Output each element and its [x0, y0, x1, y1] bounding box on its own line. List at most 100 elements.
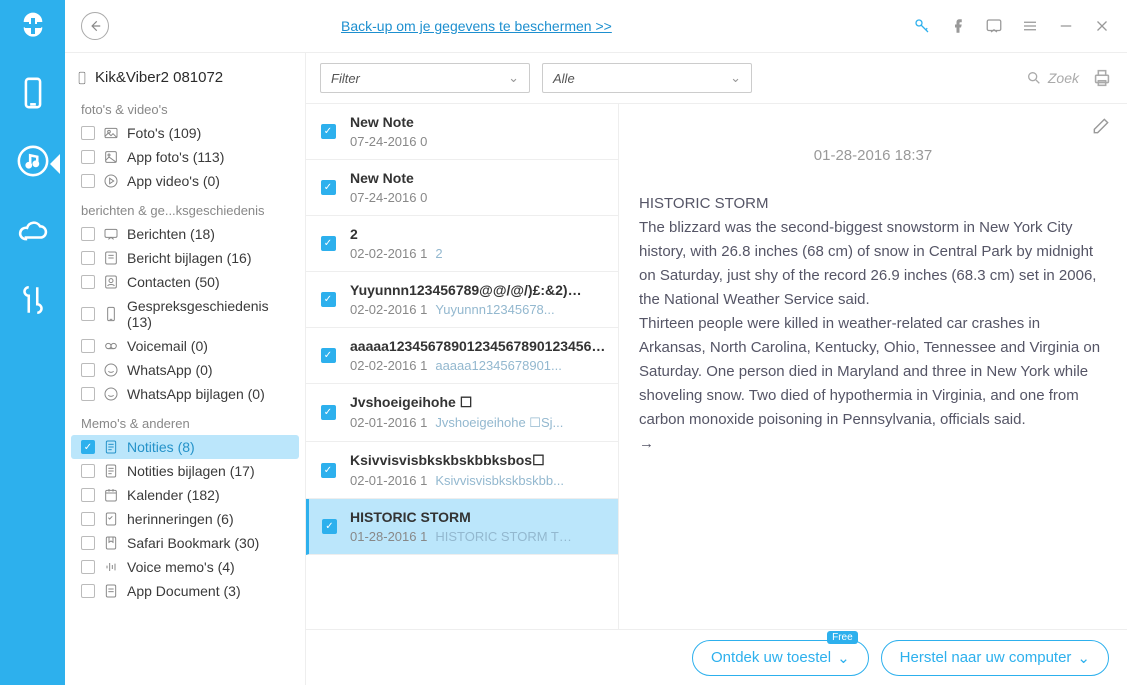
- tree-item[interactable]: Contacten (50): [71, 270, 299, 294]
- note-item[interactable]: ✓ 2 02-02-2016 12: [306, 216, 618, 272]
- close-icon[interactable]: [1093, 17, 1111, 35]
- appvideo-icon: [103, 173, 119, 189]
- tree-item[interactable]: Voicemail (0): [71, 334, 299, 358]
- checkbox-icon[interactable]: ✓: [321, 236, 336, 251]
- search-input[interactable]: Zoek: [1026, 70, 1079, 86]
- checkbox-icon[interactable]: [81, 174, 95, 188]
- note-item-title: 2: [350, 226, 608, 242]
- tree-item[interactable]: Gespreksgeschiedenis (13): [71, 294, 299, 334]
- note-item-date: 07-24-2016 0: [350, 134, 608, 149]
- checkbox-icon[interactable]: [81, 536, 95, 550]
- checkbox-icon[interactable]: ✓: [81, 440, 95, 454]
- checkbox-icon[interactable]: [81, 560, 95, 574]
- tree-item[interactable]: ✓ Notities (8): [71, 435, 299, 459]
- minimize-icon[interactable]: [1057, 17, 1075, 35]
- tree-item[interactable]: Safari Bookmark (30): [71, 531, 299, 555]
- checkbox-icon[interactable]: ✓: [321, 405, 336, 420]
- msg-icon: [103, 226, 119, 242]
- tree-item[interactable]: Voice memo's (4): [71, 555, 299, 579]
- tree-item[interactable]: WhatsApp (0): [71, 358, 299, 382]
- checkbox-icon[interactable]: ✓: [322, 519, 337, 534]
- checkbox-icon[interactable]: [81, 387, 95, 401]
- cloud-icon[interactable]: [16, 215, 50, 249]
- note-item[interactable]: ✓ Jvshoeigeihohe ☐ 02-01-2016 1Jvshoeige…: [306, 384, 618, 442]
- note-item[interactable]: ✓ Ksivvisvisbkskbskbbksbos☐ 02-01-2016 1…: [306, 442, 618, 499]
- filter-dropdown[interactable]: Filter⌄: [320, 63, 530, 93]
- recover-button[interactable]: Herstel naar uw computer⌄: [881, 640, 1109, 676]
- photo-icon: [103, 125, 119, 141]
- note-item[interactable]: ✓ Yuyunnn123456789@@/@/)£:&2)… 02-02-201…: [306, 272, 618, 328]
- checkbox-icon[interactable]: [81, 584, 95, 598]
- tree-item[interactable]: herinneringen (6): [71, 507, 299, 531]
- tree-item[interactable]: App Document (3): [71, 579, 299, 603]
- tree-item-label: WhatsApp bijlagen (0): [127, 386, 265, 402]
- checkbox-icon[interactable]: ✓: [321, 292, 336, 307]
- appphoto-icon: [103, 149, 119, 165]
- tree-item[interactable]: Foto's (109): [71, 121, 299, 145]
- note-item[interactable]: ✓ aaaaa12345678901234567890123456789012……: [306, 328, 618, 384]
- note-item-title: Jvshoeigeihohe ☐: [350, 394, 608, 411]
- note-item-preview: aaaaa12345678901...: [435, 358, 562, 373]
- note-item[interactable]: ✓ New Note 07-24-2016 0: [306, 160, 618, 216]
- facebook-icon[interactable]: [949, 17, 967, 35]
- key-icon[interactable]: [913, 17, 931, 35]
- tree-item[interactable]: App video's (0): [71, 169, 299, 193]
- note-item-date: 07-24-2016 0: [350, 190, 608, 205]
- rem-icon: [103, 511, 119, 527]
- note-body: The blizzard was the second-biggest snow…: [639, 216, 1107, 456]
- attach-icon: [103, 250, 119, 266]
- tree-item-label: Notities bijlagen (17): [127, 463, 255, 479]
- tree-item-label: Kalender (182): [127, 487, 220, 503]
- tools-icon[interactable]: [16, 283, 50, 317]
- back-button[interactable]: [81, 12, 109, 40]
- note-item-preview: 2: [435, 246, 442, 261]
- checkbox-icon[interactable]: [81, 275, 95, 289]
- note-item-title: Ksivvisvisbkskbskbbksbos☐: [350, 452, 608, 469]
- feedback-icon[interactable]: [985, 17, 1003, 35]
- edit-icon[interactable]: [1091, 116, 1111, 136]
- note-item-date: 02-01-2016 1Ksivvisvisbkskbskbb...: [350, 473, 608, 488]
- checkbox-icon[interactable]: [81, 227, 95, 241]
- note-item[interactable]: ✓ HISTORIC STORM 01-28-2016 1HISTORIC ST…: [306, 499, 618, 555]
- note-item-date: 02-01-2016 1Jvshoeigeihohe ☐Sj...: [350, 415, 608, 431]
- checkbox-icon[interactable]: [81, 363, 95, 377]
- music-icon[interactable]: [16, 144, 50, 178]
- top-bar: Back-up om je gegevens te beschermen >>: [65, 0, 1127, 52]
- wa-icon: [103, 386, 119, 402]
- tree-item-label: Gespreksgeschiedenis (13): [127, 298, 289, 330]
- tree-item[interactable]: WhatsApp bijlagen (0): [71, 382, 299, 406]
- tree-item[interactable]: Bericht bijlagen (16): [71, 246, 299, 270]
- tree-item[interactable]: App foto's (113): [71, 145, 299, 169]
- checkbox-icon[interactable]: [81, 512, 95, 526]
- tree-item[interactable]: Kalender (182): [71, 483, 299, 507]
- tree-item-label: App video's (0): [127, 173, 220, 189]
- checkbox-icon[interactable]: ✓: [321, 180, 336, 195]
- note-item-title: Yuyunnn123456789@@/@/)£:&2)…: [350, 282, 608, 298]
- checkbox-icon[interactable]: [81, 488, 95, 502]
- all-dropdown[interactable]: Alle⌄: [542, 63, 752, 93]
- checkbox-icon[interactable]: [81, 126, 95, 140]
- tree-item-label: Safari Bookmark (30): [127, 535, 259, 551]
- checkbox-icon[interactable]: [81, 464, 95, 478]
- checkbox-icon[interactable]: ✓: [321, 124, 336, 139]
- checkbox-icon[interactable]: [81, 307, 95, 321]
- tree-item-label: Bericht bijlagen (16): [127, 250, 252, 266]
- tree-item[interactable]: Notities bijlagen (17): [71, 459, 299, 483]
- backup-link[interactable]: Back-up om je gegevens te beschermen >>: [341, 17, 612, 35]
- discover-device-button[interactable]: Ontdek uw toestel⌄ Free: [692, 640, 869, 676]
- vm-icon: [103, 338, 119, 354]
- tree-item-label: Berichten (18): [127, 226, 215, 242]
- checkbox-icon[interactable]: ✓: [321, 463, 336, 478]
- note-list: ✓ New Note 07-24-2016 0 ✓ New Note 07-24…: [306, 104, 619, 629]
- note-item[interactable]: ✓ New Note 07-24-2016 0: [306, 104, 618, 160]
- tree-item[interactable]: Berichten (18): [71, 222, 299, 246]
- checkbox-icon[interactable]: [81, 150, 95, 164]
- printer-icon[interactable]: [1091, 67, 1113, 89]
- menu-icon[interactable]: [1021, 17, 1039, 35]
- checkbox-icon[interactable]: [81, 251, 95, 265]
- checkbox-icon[interactable]: ✓: [321, 348, 336, 363]
- wa-icon: [103, 362, 119, 378]
- checkbox-icon[interactable]: [81, 339, 95, 353]
- note-item-preview: Yuyunnn12345678...: [435, 302, 554, 317]
- phone-icon[interactable]: [16, 76, 50, 110]
